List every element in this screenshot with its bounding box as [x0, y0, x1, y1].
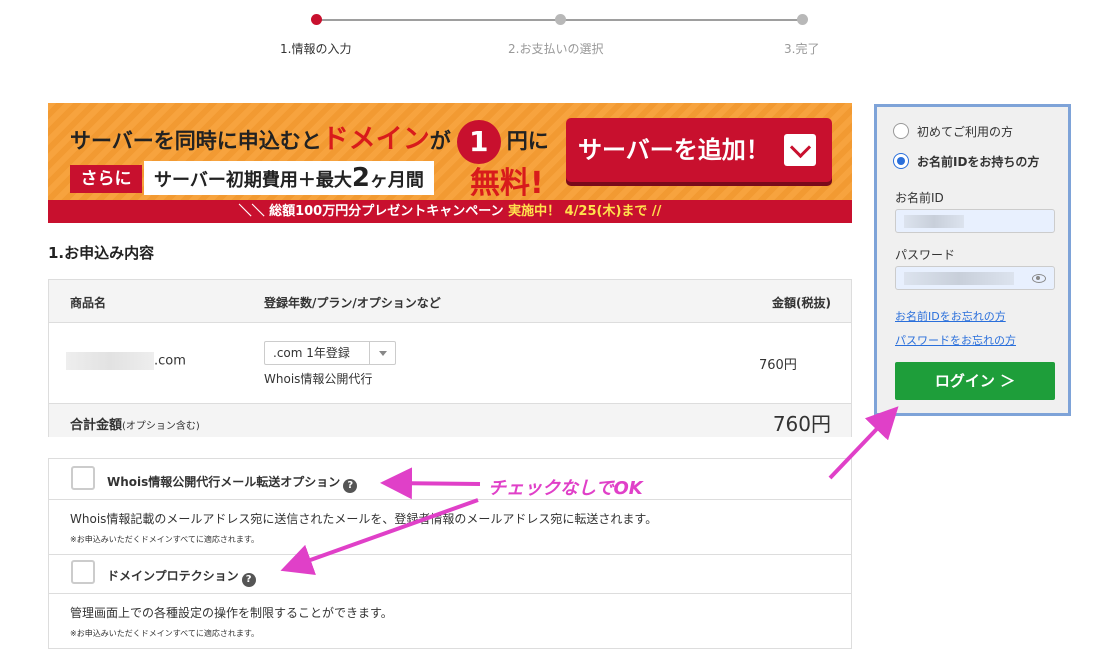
- col-product: 商品名: [70, 296, 107, 310]
- step-2-dot: [555, 14, 566, 25]
- total-price: 760円: [772, 412, 831, 436]
- login-panel: 初めてご利用の方 お名前IDをお持ちの方 お名前ID パスワード お名前IDをお…: [874, 104, 1071, 416]
- banner-headline: サーバーを同時に申込むとドメインが 1 円に: [70, 117, 549, 164]
- plan-select-value: .com 1年登録: [273, 346, 350, 360]
- step-3-label: 3.完了: [784, 42, 820, 56]
- masked-domain: [66, 352, 154, 370]
- whois-forward-checkbox[interactable]: [71, 466, 95, 490]
- step-2-label: 2.お支払いの選択: [508, 42, 604, 56]
- plan-select[interactable]: .com 1年登録: [264, 341, 396, 365]
- row-price: 760円: [759, 358, 797, 373]
- option-note: ※お申込みいただくドメインすべてに適応されます。: [70, 535, 260, 544]
- whois-forward-option: Whois情報公開代行メール転送オプション? Whois情報記載のメールアドレス…: [48, 458, 852, 555]
- option-title: Whois情報公開代行メール転送オプション?: [107, 473, 358, 493]
- banner-free-text: 無料!: [470, 166, 544, 201]
- option-title: ドメインプロテクション?: [107, 567, 256, 587]
- col-plan: 登録年数/プラン/オプションなど: [264, 296, 441, 310]
- option-description: 管理画面上での各種設定の操作を制限することができます。: [70, 606, 393, 620]
- forgot-id-link[interactable]: お名前IDをお忘れの方: [895, 308, 1006, 324]
- option-body: 管理画面上での各種設定の操作を制限することができます。 ※お申込みいただくドメイ…: [49, 594, 851, 648]
- add-server-button[interactable]: サーバーを追加！: [566, 118, 832, 182]
- step-connector: [316, 19, 560, 21]
- add-server-button-label: サーバーを追加！: [578, 136, 770, 164]
- table-header: 商品名 登録年数/プラン/オプションなど 金額(税抜): [49, 280, 851, 323]
- plan-note: Whois情報公開代行: [264, 372, 373, 386]
- id-label: お名前ID: [895, 191, 944, 205]
- banner-sarani-label: さらに: [70, 165, 142, 193]
- help-icon[interactable]: ?: [343, 479, 358, 493]
- option-header: ドメインプロテクション?: [49, 553, 851, 594]
- domain-suffix: .com: [154, 353, 186, 369]
- password-input[interactable]: [895, 266, 1055, 290]
- password-label: パスワード: [895, 248, 956, 262]
- forgot-password-link[interactable]: パスワードをお忘れの方: [895, 332, 1016, 348]
- progress-stepper: 1.情報の入力 2.お支払いの選択 3.完了: [260, 10, 840, 60]
- step-1-label: 1.情報の入力: [280, 42, 352, 56]
- total-label: 合計金額(オプション含む): [70, 418, 200, 433]
- id-input[interactable]: [895, 209, 1055, 233]
- order-summary-table: 商品名 登録年数/プラン/オプションなど 金額(税抜) .com .com 1年…: [48, 279, 852, 437]
- domain-protection-checkbox[interactable]: [71, 560, 95, 584]
- login-button[interactable]: ログイン ＞: [895, 362, 1055, 400]
- radio-existing-user[interactable]: お名前IDをお持ちの方: [893, 153, 1039, 170]
- chevron-down-icon: [369, 342, 395, 364]
- step-connector: [560, 19, 804, 21]
- radio-button-selected[interactable]: [893, 153, 909, 169]
- campaign-strip: ＼＼ 総額100万円分プレゼントキャンペーン 実施中！ 4/25(木)まで //: [48, 200, 852, 223]
- eye-icon[interactable]: [1032, 274, 1046, 283]
- domain-protection-option: ドメインプロテクション? 管理画面上での各種設定の操作を制限することができます。…: [48, 553, 852, 649]
- chevron-down-icon: [784, 134, 816, 166]
- section-title: 1.お申込み内容: [48, 244, 155, 262]
- server-campaign-banner[interactable]: サーバーを同時に申込むとドメインが 1 円に さらに サーバー初期費用＋最大2ヶ月間…: [48, 103, 852, 223]
- option-description: Whois情報記載のメールアドレス宛に送信されたメールを、登録者情報のメールアド…: [70, 512, 658, 526]
- help-icon[interactable]: ?: [241, 573, 256, 587]
- step-3-dot: [797, 14, 808, 25]
- domain-name: .com: [66, 352, 186, 370]
- radio-button[interactable]: [893, 123, 909, 139]
- radio-first-time[interactable]: 初めてご利用の方: [893, 123, 1013, 140]
- table-row: .com .com 1年登録 Whois情報公開代行 760円: [49, 323, 851, 404]
- masked-id: [904, 215, 964, 228]
- option-header: Whois情報公開代行メール転送オプション?: [49, 459, 851, 500]
- option-body: Whois情報記載のメールアドレス宛に送信されたメールを、登録者情報のメールアド…: [49, 500, 851, 554]
- total-row: 合計金額(オプション含む) 760円: [49, 404, 851, 437]
- banner-subline: サーバー初期費用＋最大2ヶ月間: [144, 161, 434, 195]
- option-note: ※お申込みいただくドメインすべてに適応されます。: [70, 629, 260, 638]
- masked-password: [904, 272, 1014, 285]
- col-price: 金額(税抜): [772, 296, 831, 310]
- step-1-dot: [311, 14, 322, 25]
- annotation-text: チェックなしでOK: [488, 478, 643, 499]
